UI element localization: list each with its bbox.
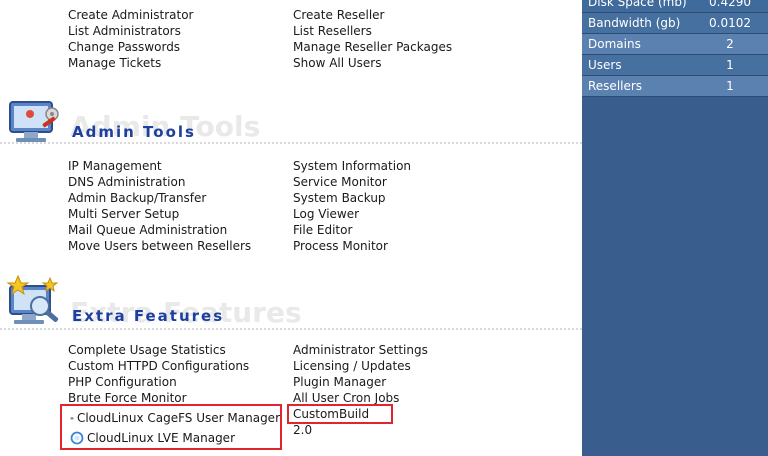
cloudlinux-cagefs-item[interactable]: CloudLinux CageFS User Manager — [70, 408, 280, 428]
move-users-between-resellers-link[interactable]: Move Users between Resellers — [68, 238, 251, 254]
admin-tools-icon — [9, 101, 59, 142]
stat-value: 1 — [726, 79, 734, 93]
divider — [0, 328, 582, 330]
admin-backup-transfer-link[interactable]: Admin Backup/Transfer — [68, 190, 251, 206]
create-reseller-link[interactable]: Create Reseller — [293, 7, 452, 23]
extra-features-column-2: Administrator Settings Licensing / Updat… — [293, 342, 428, 406]
stats-table: Disk Space (mb) 0.4290 Bandwidth (gb) 0.… — [582, 0, 768, 97]
admin-tools-title: Admin Tools — [72, 123, 196, 141]
stat-value: 2 — [726, 37, 734, 51]
stat-value: 0.4290 — [709, 0, 751, 9]
extra-features-column-1: Complete Usage Statistics Custom HTTPD C… — [68, 342, 249, 406]
accounts-column-1: Create Administrator List Administrators… — [68, 7, 194, 71]
stat-label: Users — [588, 58, 622, 72]
lve-icon — [70, 431, 84, 445]
extra-features-title: Extra Features — [72, 307, 225, 325]
show-all-users-link[interactable]: Show All Users — [293, 55, 452, 71]
cloudlinux-cagefs-label: CloudLinux CageFS User Manager — [76, 411, 280, 425]
cloudlinux-highlight-box: CloudLinux CageFS User Manager CloudLinu… — [60, 404, 282, 450]
extra-features-header: Extra Features Extra Features — [0, 274, 582, 330]
stat-label: Bandwidth (gb) — [588, 16, 681, 30]
admin-tools-column-2: System Information Service Monitor Syste… — [293, 158, 411, 254]
cloudlinux-lve-label: CloudLinux LVE Manager — [87, 431, 235, 445]
system-information-link[interactable]: System Information — [293, 158, 411, 174]
ip-management-link[interactable]: IP Management — [68, 158, 251, 174]
complete-usage-statistics-link[interactable]: Complete Usage Statistics — [68, 342, 249, 358]
process-monitor-link[interactable]: Process Monitor — [293, 238, 411, 254]
extra-features-icon — [6, 274, 59, 324]
custom-httpd-configurations-link[interactable]: Custom HTTPD Configurations — [68, 358, 249, 374]
manage-tickets-link[interactable]: Manage Tickets — [68, 55, 194, 71]
multi-server-setup-link[interactable]: Multi Server Setup — [68, 206, 251, 222]
manage-reseller-packages-link[interactable]: Manage Reseller Packages — [293, 39, 452, 55]
php-configuration-link[interactable]: PHP Configuration — [68, 374, 249, 390]
custombuild-link[interactable]: CustomBuild 2.0 — [293, 407, 369, 437]
stat-row-users: Users 1 — [582, 55, 768, 76]
file-editor-link[interactable]: File Editor — [293, 222, 411, 238]
accounts-column-2: Create Reseller List Resellers Manage Re… — [293, 7, 452, 71]
stat-row-disk-space: Disk Space (mb) 0.4290 — [582, 0, 768, 13]
stat-label: Domains — [588, 37, 641, 51]
cagefs-icon — [70, 417, 74, 420]
plugin-manager-link[interactable]: Plugin Manager — [293, 374, 428, 390]
stat-row-bandwidth: Bandwidth (gb) 0.0102 — [582, 13, 768, 34]
stat-label: Resellers — [588, 79, 643, 93]
dns-administration-link[interactable]: DNS Administration — [68, 174, 251, 190]
admin-tools-column-1: IP Management DNS Administration Admin B… — [68, 158, 251, 254]
stat-row-resellers: Resellers 1 — [582, 76, 768, 97]
cloudlinux-lve-item[interactable]: CloudLinux LVE Manager — [70, 428, 280, 448]
system-backup-link[interactable]: System Backup — [293, 190, 411, 206]
stat-label: Disk Space (mb) — [588, 0, 687, 9]
change-passwords-link[interactable]: Change Passwords — [68, 39, 194, 55]
custombuild-highlight-box: CustomBuild 2.0 — [287, 404, 393, 437]
sidebar: Disk Space (mb) 0.4290 Bandwidth (gb) 0.… — [582, 0, 768, 456]
main-content: Create Administrator List Administrators… — [0, 0, 582, 456]
administrator-settings-link[interactable]: Administrator Settings — [293, 342, 428, 358]
log-viewer-link[interactable]: Log Viewer — [293, 206, 411, 222]
licensing-updates-link[interactable]: Licensing / Updates — [293, 358, 428, 374]
divider — [0, 142, 582, 144]
stat-value: 1 — [726, 58, 734, 72]
service-monitor-link[interactable]: Service Monitor — [293, 174, 411, 190]
list-administrators-link[interactable]: List Administrators — [68, 23, 194, 39]
stat-row-domains: Domains 2 — [582, 34, 768, 55]
list-resellers-link[interactable]: List Resellers — [293, 23, 452, 39]
admin-tools-header: Admin Tools Admin Tools — [0, 96, 582, 152]
create-administrator-link[interactable]: Create Administrator — [68, 7, 194, 23]
mail-queue-administration-link[interactable]: Mail Queue Administration — [68, 222, 251, 238]
stat-value: 0.0102 — [709, 16, 751, 30]
